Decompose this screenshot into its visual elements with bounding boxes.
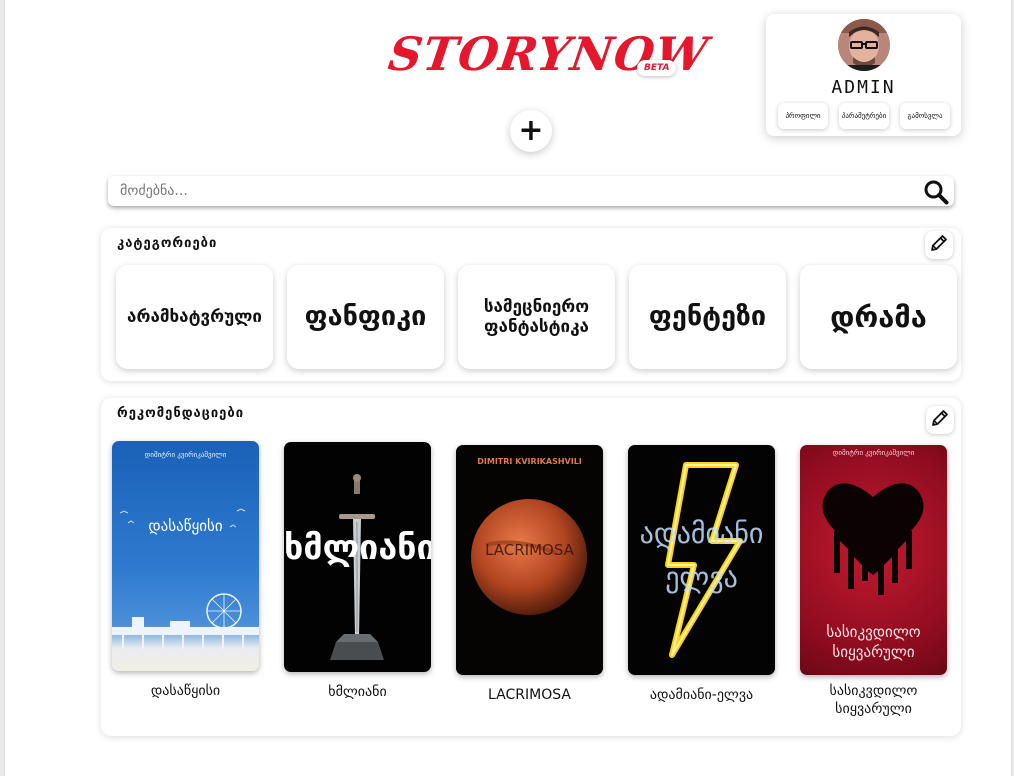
beta-badge: BETA [637,60,677,76]
logout-button[interactable]: გამოსვლა [900,103,950,129]
edit-categories-button[interactable] [925,231,953,259]
settings-button[interactable]: პარამეტრები [839,103,889,129]
book-title[interactable]: ხმლიანი [284,684,431,702]
book-card[interactable]: ხმლიანი ხმლიანი [284,442,431,702]
search-bar [108,176,954,206]
mars-illustration [471,499,587,615]
username: ADMIN [831,77,896,98]
category-card-drama[interactable]: დრამა [800,265,957,369]
book-card[interactable]: დიმიტრი კვირიკაშვილი სასიკვდილო სიყვარულ… [800,445,947,718]
book-title[interactable]: ადამიანი-ელვა [628,687,775,705]
search-input[interactable] [120,180,910,202]
book-title[interactable]: LACRIMOSA [456,687,603,705]
add-story-button[interactable]: + [510,110,552,152]
book-card[interactable]: DIMITRI KVIRIKASHVILI LACRIMOSA LACRIMOS… [456,445,603,705]
pencil-icon [929,233,949,257]
cover-title: სიყვარული [832,643,915,661]
categories-title: კატეგორიები [117,236,218,251]
book-cover[interactable]: ადამიანი ელვა [628,445,775,675]
category-card-nonfiction[interactable]: არამხატვრული [116,265,273,369]
cover-title: LACRIMOSA [485,541,574,559]
profile-button[interactable]: პროფილი [778,103,828,129]
profile-card: ADMIN პროფილი პარამეტრები გამოსვლა [766,14,961,136]
edit-recommendations-button[interactable] [926,406,954,434]
book-cover[interactable]: დიმიტრი კვირიკაშვილი დასაწყისი [112,441,259,671]
category-card-scifi[interactable]: სამეცნიერო ფანტასტიკა [458,265,615,369]
book-title[interactable]: დასაწყისი [112,683,259,701]
search-icon[interactable] [923,179,949,205]
recommendations-panel: რეკომენდაციები დიმიტრი კვირიკაშვილი დასა… [101,398,961,736]
book-cover[interactable]: ხმლიანი [284,442,431,672]
avatar[interactable] [838,19,890,71]
logo[interactable]: STORYNOW BETA [385,26,712,88]
book-title[interactable]: სასიკვდილო სიყვარული [800,683,947,718]
cover-title: ხმლიანი [284,528,431,568]
cover-title: სასიკვდილო [826,623,921,641]
book-cover[interactable]: DIMITRI KVIRIKASHVILI LACRIMOSA [456,445,603,675]
cover-title: ადამიანი [639,517,764,550]
category-card-fantasy[interactable]: ფენტეზი [629,265,786,369]
cover-title: ელვა [665,561,738,594]
book-cover[interactable]: დიმიტრი კვირიკაშვილი სასიკვდილო სიყვარულ… [800,445,947,675]
page: STORYNOW BETA + ADMIN პროფილი პარამეტრებ… [4,0,1012,776]
category-card-fanfic[interactable]: ფანფიკი [287,265,444,369]
recommendations-title: რეკომენდაციები [117,406,245,421]
pencil-icon [930,408,950,432]
pier-illustration [112,508,259,649]
categories-panel: კატეგორიები არამხატვრული ფანფიკი სამეცნი… [101,228,961,381]
book-card[interactable]: დიმიტრი კვირიკაშვილი დასაწყისი დასაწყისი [112,441,259,701]
book-card[interactable]: ადამიანი ელვა ადამიანი-ელვა [628,445,775,705]
lightning-illustration [665,462,743,658]
